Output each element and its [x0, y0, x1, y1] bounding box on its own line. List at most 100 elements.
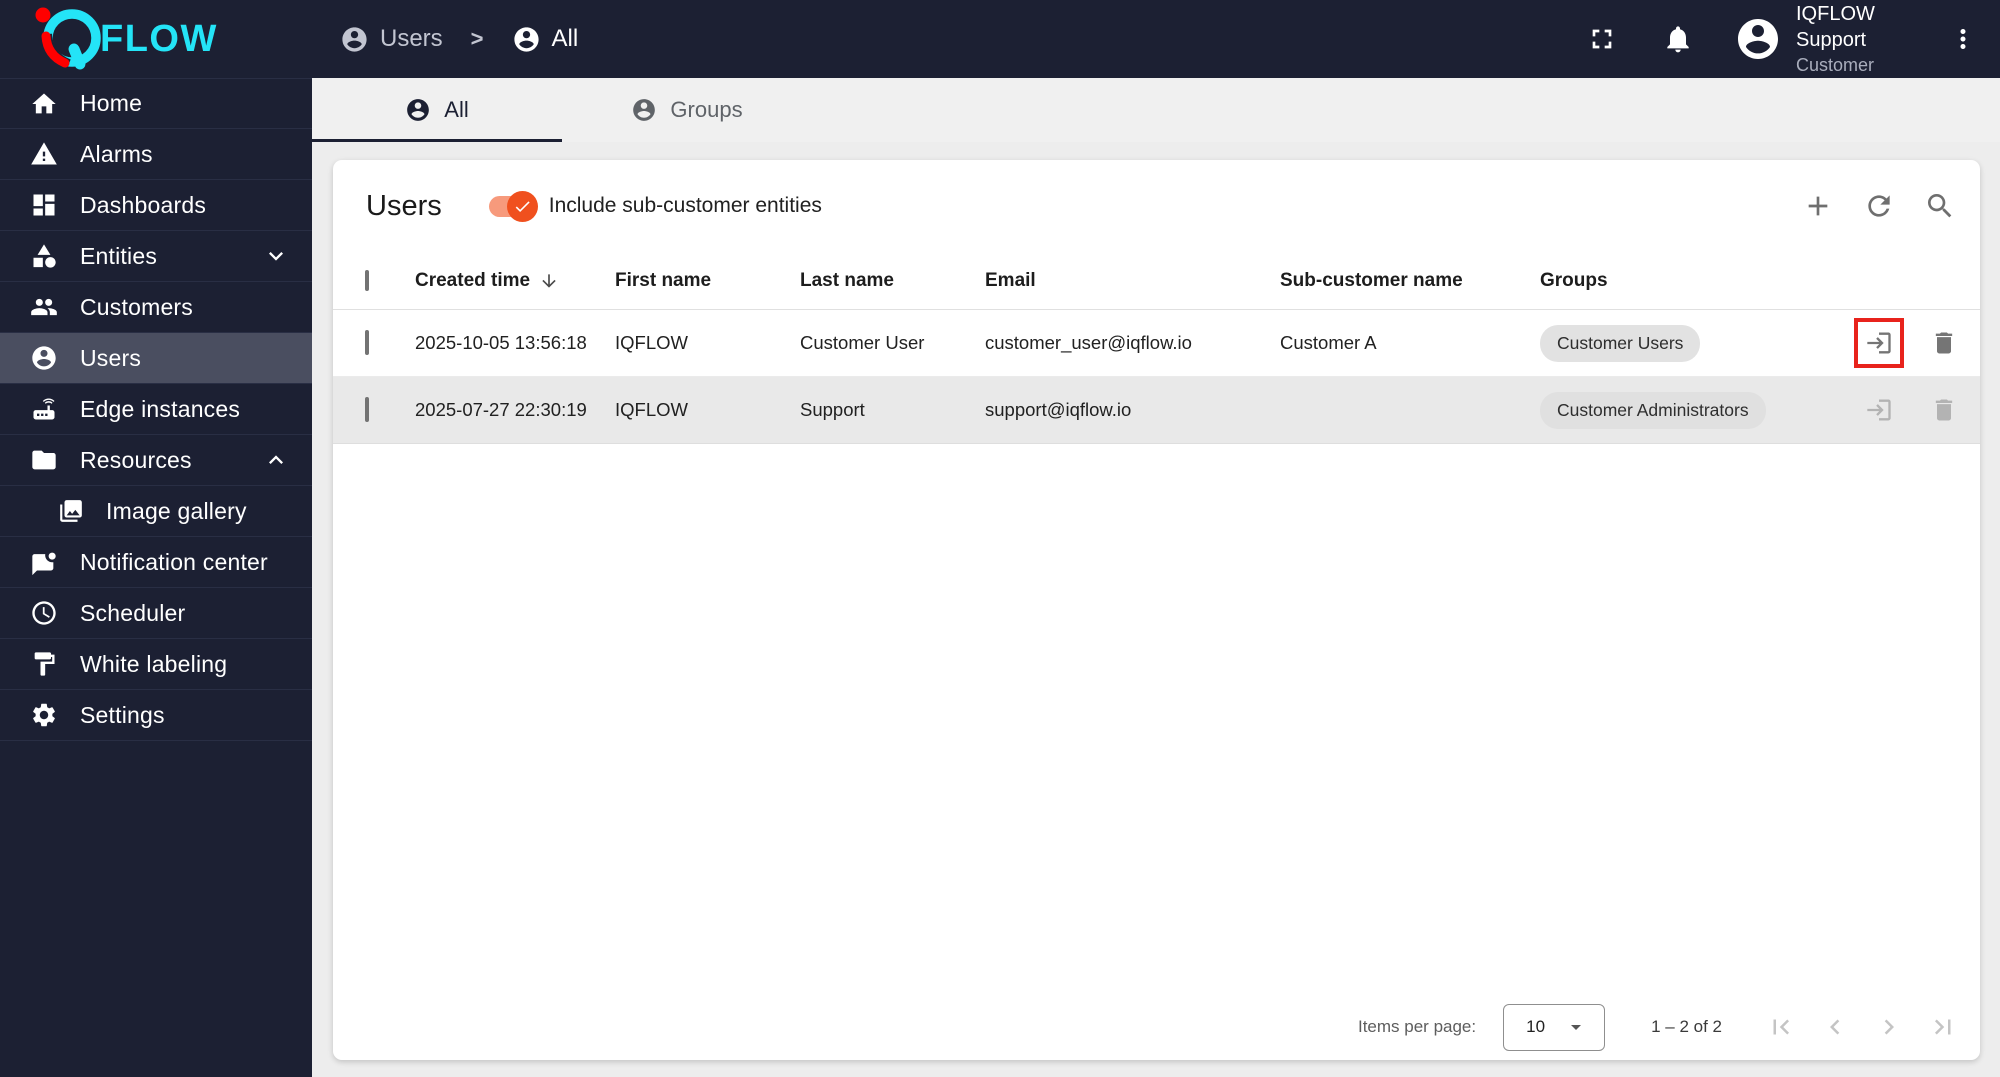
- sidebar-item-label: Image gallery: [106, 497, 247, 524]
- warning-icon: [30, 140, 58, 168]
- tab-groups[interactable]: Groups: [562, 78, 812, 142]
- table-row[interactable]: 2025-10-05 13:56:18 IQFLOW Customer User…: [333, 310, 1980, 377]
- sidebar-item-resources[interactable]: Resources: [0, 435, 312, 486]
- breadcrumb-all-label: All: [551, 25, 579, 52]
- delete-icon[interactable]: [1930, 329, 1958, 357]
- avatar[interactable]: [1734, 15, 1782, 63]
- dropdown-arrow-icon: [1564, 1015, 1588, 1039]
- column-header-email[interactable]: Email: [985, 270, 1280, 292]
- add-user-button[interactable]: [1802, 190, 1834, 222]
- sidebar-item-users[interactable]: Users: [0, 333, 312, 384]
- row-actions: [1823, 318, 1980, 368]
- user-name: IQFLOW Support: [1796, 3, 1875, 51]
- sidebar-item-label: Dashboards: [80, 191, 207, 218]
- group-chip: Customer Administrators: [1540, 391, 1766, 429]
- dashboard-icon: [30, 191, 58, 219]
- first-page-icon[interactable]: [1766, 1012, 1796, 1042]
- sidebar-item-label: Entities: [80, 242, 158, 269]
- sidebar-item-label: Scheduler: [80, 599, 186, 626]
- clock-icon: [30, 599, 58, 627]
- last-page-icon[interactable]: [1928, 1012, 1958, 1042]
- sidebar-item-label: Customers: [80, 293, 193, 320]
- logo-wordmark: FLOW: [100, 18, 218, 60]
- image-gallery-icon: [58, 498, 84, 524]
- check-icon: [513, 197, 532, 216]
- column-header-first-name[interactable]: First name: [615, 270, 800, 292]
- sidebar-item-label: Edge instances: [80, 395, 241, 422]
- sidebar-item-notification-center[interactable]: Notification center: [0, 537, 312, 588]
- sidebar-item-label: Users: [80, 344, 142, 371]
- column-header-created-time[interactable]: Created time: [415, 270, 615, 292]
- tab-bar: All Groups: [312, 78, 2000, 142]
- paginator: Items per page: 10 1 – 2 of 2: [333, 994, 1980, 1060]
- breadcrumb-all[interactable]: All: [512, 25, 579, 54]
- column-header-groups[interactable]: Groups: [1540, 270, 1823, 292]
- sidebar: Home Alarms Dashboards Entities Customer…: [0, 78, 312, 1077]
- row-checkbox[interactable]: [365, 330, 369, 355]
- table-row[interactable]: 2025-07-27 22:30:19 IQFLOW Support suppo…: [333, 377, 1980, 444]
- tab-all-label: All: [444, 97, 469, 122]
- row-checkbox[interactable]: [365, 397, 369, 422]
- delete-icon[interactable]: [1930, 396, 1958, 424]
- sidebar-item-image-gallery[interactable]: Image gallery: [0, 486, 312, 537]
- router-icon: [30, 395, 58, 423]
- column-header-sub-customer[interactable]: Sub-customer name: [1280, 270, 1540, 292]
- page-size-select[interactable]: 10: [1503, 1003, 1606, 1051]
- iqflow-logo[interactable]: FLOW: [14, 0, 258, 78]
- sidebar-item-label: Settings: [80, 701, 165, 728]
- include-sub-customer-toggle[interactable]: [488, 190, 538, 222]
- content-area: All Groups Users Include sub-customer en…: [312, 78, 2000, 1077]
- account-circle-icon: [405, 97, 431, 123]
- gear-icon: [30, 701, 58, 729]
- account-circle-icon: [631, 97, 657, 123]
- cell-created-time: 2025-10-05 13:56:18: [415, 332, 587, 353]
- chevron-up-icon: [262, 446, 290, 474]
- refresh-button[interactable]: [1863, 190, 1895, 222]
- people-icon: [30, 293, 58, 321]
- account-circle-icon: [340, 25, 369, 54]
- login-wrap: [1854, 385, 1904, 435]
- sidebar-item-label: Notification center: [80, 548, 268, 575]
- sidebar-item-home[interactable]: Home: [0, 78, 312, 129]
- breadcrumb-users[interactable]: Users: [340, 25, 443, 54]
- account-circle-icon: [512, 25, 541, 54]
- fullscreen-icon[interactable]: [1586, 23, 1618, 55]
- select-all-checkbox[interactable]: [365, 269, 369, 291]
- topbar-actions: IQFLOW Support Customer: [1586, 1, 1978, 77]
- search-button[interactable]: [1924, 190, 1956, 222]
- sidebar-item-label: Alarms: [80, 140, 153, 167]
- card-header: Users Include sub-customer entities: [333, 160, 1980, 252]
- sidebar-item-entities[interactable]: Entities: [0, 231, 312, 282]
- user-menu[interactable]: IQFLOW Support Customer: [1796, 1, 1926, 77]
- bell-icon[interactable]: [1662, 23, 1694, 55]
- sidebar-item-alarms[interactable]: Alarms: [0, 129, 312, 180]
- next-page-icon[interactable]: [1874, 1012, 1904, 1042]
- cell-first-name: IQFLOW: [615, 332, 688, 353]
- folder-icon: [30, 446, 58, 474]
- sidebar-item-label: Resources: [80, 446, 192, 473]
- column-header-last-name[interactable]: Last name: [800, 270, 985, 292]
- sidebar-item-scheduler[interactable]: Scheduler: [0, 588, 312, 639]
- card-actions: [1802, 190, 1956, 222]
- cell-email: customer_user@iqflow.io: [985, 332, 1192, 353]
- login-as-user-icon[interactable]: [1865, 329, 1893, 357]
- sidebar-item-settings[interactable]: Settings: [0, 690, 312, 741]
- sidebar-item-customers[interactable]: Customers: [0, 282, 312, 333]
- tab-all[interactable]: All: [312, 78, 562, 142]
- sort-descending-icon: [539, 271, 559, 291]
- sidebar-item-dashboards[interactable]: Dashboards: [0, 180, 312, 231]
- toggle-label: Include sub-customer entities: [548, 194, 822, 217]
- category-icon: [30, 242, 58, 270]
- sidebar-item-edge-instances[interactable]: Edge instances: [0, 384, 312, 435]
- breadcrumb-users-label: Users: [380, 25, 443, 52]
- sidebar-item-white-labeling[interactable]: White labeling: [0, 639, 312, 690]
- items-per-page-label: Items per page:: [1357, 1017, 1477, 1036]
- paint-roller-icon: [30, 650, 58, 678]
- table-header-row: Created time First name Last name Email …: [333, 252, 1980, 310]
- previous-page-icon[interactable]: [1820, 1012, 1850, 1042]
- row-actions: [1823, 385, 1980, 435]
- login-as-user-icon[interactable]: [1865, 396, 1893, 424]
- page-size-value: 10: [1526, 1017, 1546, 1036]
- breadcrumb: Users > All: [340, 25, 578, 54]
- kebab-menu-icon[interactable]: [1948, 24, 1978, 54]
